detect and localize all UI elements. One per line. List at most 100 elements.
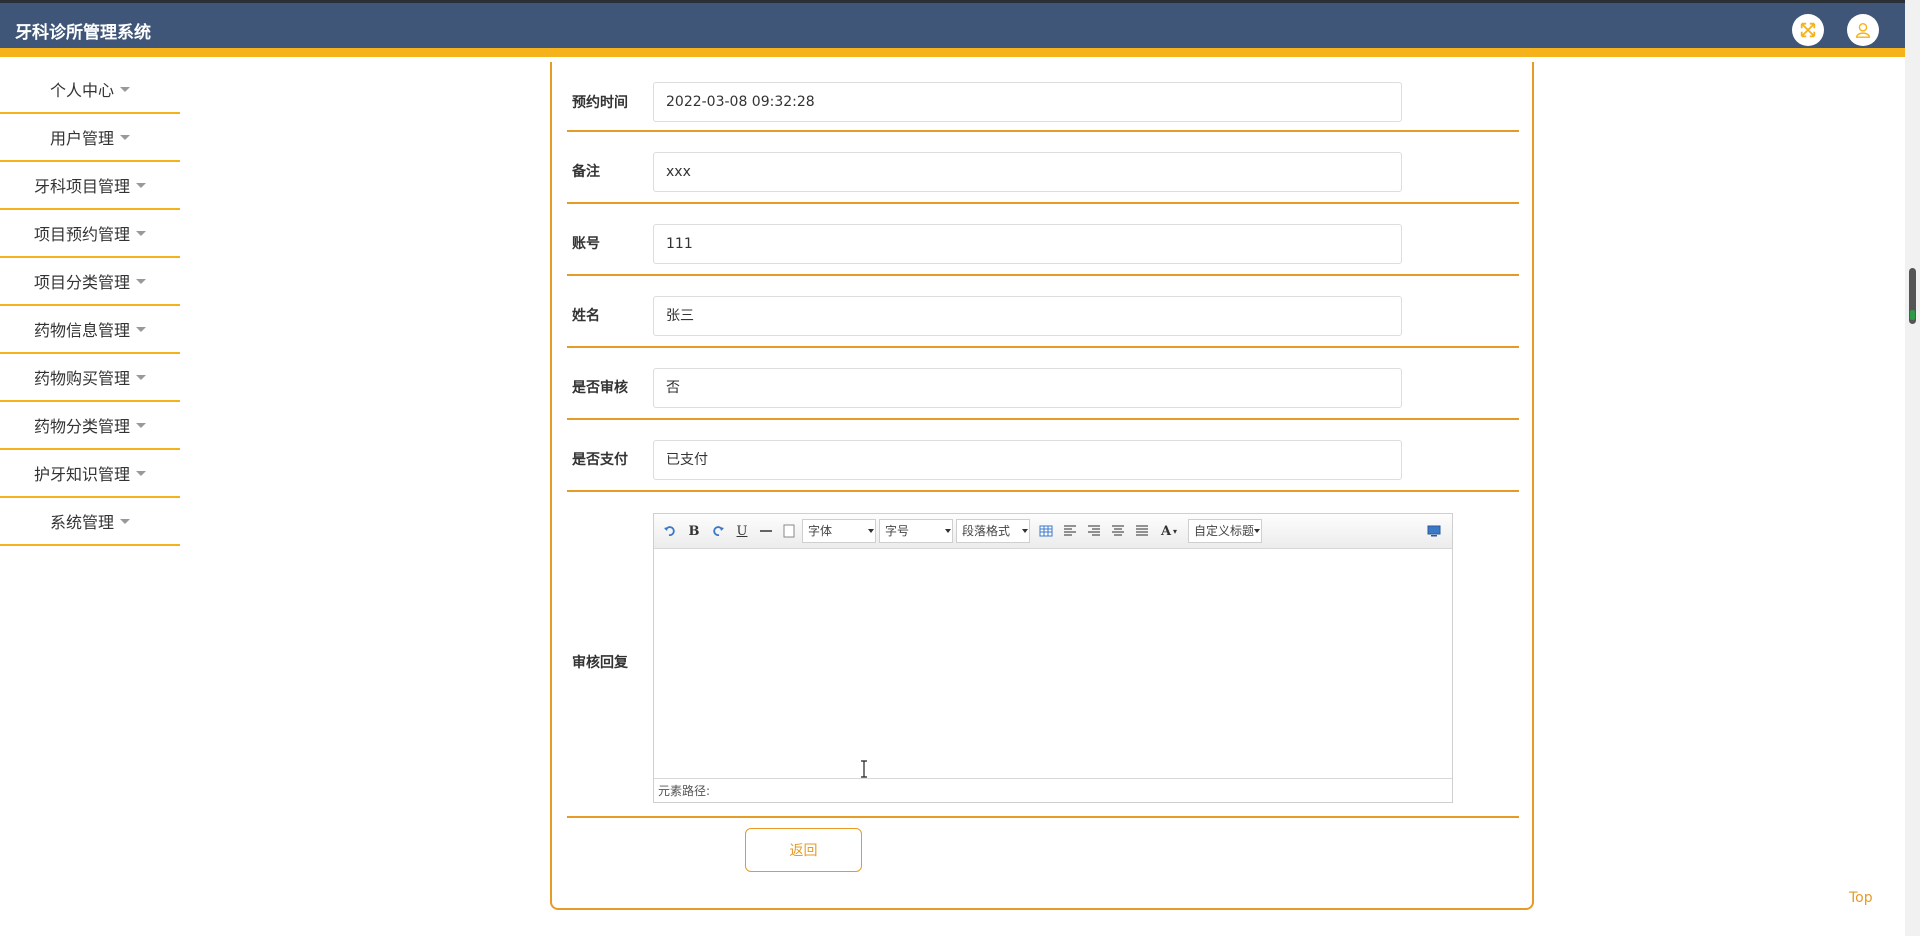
sidebar-item-label: 个人中心 [49,81,114,100]
field-label: 是否支付 [572,452,628,468]
name-field[interactable]: 张三 [653,296,1402,336]
custom-title-select-label: 自定义标题 [1194,524,1255,538]
caret-down-icon [136,278,146,284]
sidebar-item-label: 药物信息管理 [33,321,130,340]
custom-title-select[interactable]: 自定义标题 [1188,519,1262,543]
form-row-appointment-time: 预约时间 2022-03-08 09:32:28 [567,62,1519,132]
redo-button[interactable] [708,520,728,542]
form-row-account: 账号 111 [567,204,1519,276]
align-justify-button[interactable] [1132,520,1152,542]
font-size-select-label: 字号 [885,524,910,538]
back-to-top-link[interactable]: Top [1849,890,1873,906]
sidebar-item-medicine-info[interactable]: 药物信息管理 [0,306,180,354]
undo-icon [664,526,675,536]
align-left-icon [1064,525,1076,536]
caret-down-icon [136,374,146,380]
user-icon [1855,22,1871,38]
field-label: 预约时间 [572,95,628,111]
sidebar-item-label: 系统管理 [49,513,114,532]
field-label: 是否审核 [572,380,628,396]
dropdown-arrow-icon [1254,529,1260,533]
paragraph-format-select[interactable]: 段落格式 [956,519,1030,543]
user-button[interactable] [1847,14,1879,46]
align-right-button[interactable] [1084,520,1104,542]
sidebar-item-appointments[interactable]: 项目预约管理 [0,210,180,258]
caret-down-icon [136,230,146,236]
sidebar-item-medicine-purchase[interactable]: 药物购买管理 [0,354,180,402]
field-label: 账号 [572,236,600,252]
sidebar-item-project-categories[interactable]: 项目分类管理 [0,258,180,306]
sidebar-item-label: 药物购买管理 [33,369,130,388]
horizontal-rule-icon [760,530,772,532]
caret-down-icon [136,326,146,332]
sidebar-item-dental-knowledge[interactable]: 护牙知识管理 [0,450,180,498]
detail-form-card: 预约时间 2022-03-08 09:32:28 备注 xxx 账号 111 姓… [550,62,1534,910]
scrollbar-thumb[interactable] [1909,268,1916,324]
editor-toolbar: B U 字体 字号 段落格式 A ▾ 自定义标题 [654,514,1452,549]
form-row-reviewed: 是否审核 否 [567,348,1519,420]
horizontal-rule-button[interactable] [756,520,776,542]
dropdown-arrow-icon [868,529,874,533]
caret-down-icon [136,182,146,188]
paragraph-format-select-label: 段落格式 [962,524,1011,538]
redo-icon [713,526,724,536]
table-button[interactable] [1036,520,1056,542]
page-button[interactable] [780,520,798,542]
field-label: 审核回复 [572,655,628,671]
fullscreen-icon [1800,22,1816,38]
account-field[interactable]: 111 [653,224,1402,264]
form-row-review-reply: 审核回复 B U 字体 字号 段落格式 A ▾ 自定义标题 元素路径: [567,492,1519,818]
align-center-button[interactable] [1108,520,1128,542]
paid-field[interactable]: 已支付 [653,440,1402,480]
app-title: 牙科诊所管理系统 [15,23,151,43]
sidebar-item-label: 牙科项目管理 [33,177,130,196]
sidebar-item-label: 药物分类管理 [33,417,130,436]
align-left-button[interactable] [1060,520,1080,542]
caret-down-icon [136,470,146,476]
editor-element-path: 元素路径: [654,778,1452,802]
form-row-name: 姓名 张三 [567,276,1519,348]
appointment-time-field[interactable]: 2022-03-08 09:32:28 [653,82,1402,122]
rich-text-editor: B U 字体 字号 段落格式 A ▾ 自定义标题 元素路径: [653,513,1453,803]
underline-button[interactable]: U [732,520,752,542]
back-button[interactable]: 返回 [745,828,862,872]
sidebar-item-medicine-categories[interactable]: 药物分类管理 [0,402,180,450]
table-icon [1039,525,1053,537]
sidebar: 个人中心 用户管理 牙科项目管理 项目预约管理 项目分类管理 药物信息管理 药物… [0,66,180,546]
form-row-paid: 是否支付 已支付 [567,420,1519,492]
caret-down-icon [120,134,130,140]
bold-button[interactable]: B [684,520,704,542]
field-label: 姓名 [572,308,600,324]
caret-down-icon [120,86,130,92]
editor-content-area[interactable] [654,549,1452,779]
preview-button[interactable] [1424,520,1444,542]
sidebar-item-label: 项目分类管理 [33,273,130,292]
caret-down-icon [120,518,130,524]
preview-icon [1427,525,1441,537]
reviewed-field[interactable]: 否 [653,368,1402,408]
undo-button[interactable] [660,520,680,542]
document-icon [783,524,795,538]
sidebar-item-users[interactable]: 用户管理 [0,114,180,162]
dropdown-arrow-icon: ▾ [1173,526,1178,536]
align-justify-icon [1136,525,1148,536]
sidebar-item-system[interactable]: 系统管理 [0,498,180,546]
align-right-icon [1088,525,1100,536]
text-cursor-icon [860,760,867,778]
font-family-select-label: 字体 [808,524,833,538]
page-scrollbar[interactable] [1905,0,1920,936]
sidebar-item-label: 用户管理 [49,129,114,148]
font-family-select[interactable]: 字体 [802,519,876,543]
remark-field[interactable]: xxx [653,152,1402,192]
sidebar-item-label: 项目预约管理 [33,225,130,244]
form-row-remark: 备注 xxx [567,132,1519,204]
sidebar-item-label: 护牙知识管理 [33,465,130,484]
sidebar-item-profile[interactable]: 个人中心 [0,66,180,114]
sidebar-item-dental-projects[interactable]: 牙科项目管理 [0,162,180,210]
fullscreen-button[interactable] [1792,14,1824,46]
font-color-button[interactable]: A ▾ [1156,520,1182,542]
dropdown-arrow-icon [1022,529,1028,533]
align-center-icon [1112,525,1124,536]
app-header: 牙科诊所管理系统 [0,3,1905,57]
font-size-select[interactable]: 字号 [879,519,953,543]
